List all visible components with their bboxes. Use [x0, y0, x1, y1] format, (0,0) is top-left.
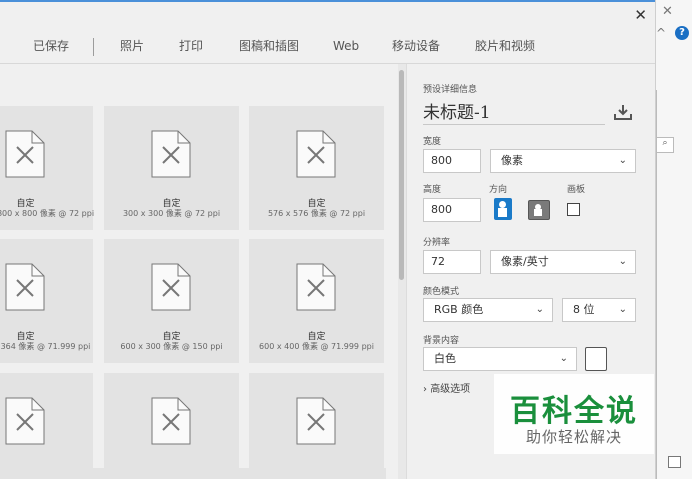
- help-icon[interactable]: ?: [675, 26, 689, 40]
- background-window: ✕ ^ ? ⌕: [655, 0, 692, 479]
- background-label: 背景内容: [423, 336, 460, 346]
- document-icon: [5, 130, 45, 178]
- preset-tile[interactable]: 自定 300 x 300 像素 @ 72 ppi: [104, 106, 239, 230]
- chevron-up-icon[interactable]: ^: [656, 26, 666, 40]
- document-icon: [151, 263, 191, 311]
- tab-photo[interactable]: 照片: [120, 30, 144, 63]
- document-icon: [296, 397, 336, 445]
- preset-tile[interactable]: 自定 364 像素 @ 71.999 ppi: [0, 239, 93, 363]
- chevron-right-icon: ›: [423, 384, 427, 395]
- width-unit-value: 像素: [501, 154, 523, 167]
- orientation-label: 方向: [489, 185, 508, 195]
- document-icon: [151, 130, 191, 178]
- dialog-titlebar: ✕: [0, 0, 655, 30]
- tab-web[interactable]: Web: [333, 30, 359, 63]
- landscape-orientation-icon[interactable]: [528, 200, 550, 220]
- preset-details-label: 预设详细信息: [423, 85, 478, 95]
- close-icon[interactable]: ✕: [662, 4, 673, 19]
- chevron-down-icon: ⌄: [559, 353, 568, 364]
- tab-saved[interactable]: 已保存: [33, 30, 69, 63]
- document-icon: [5, 397, 45, 445]
- chevron-down-icon: ⌄: [618, 155, 627, 166]
- watermark-main: 百科全说: [510, 394, 638, 429]
- tab-art-illustration[interactable]: 图稿和插图: [239, 30, 299, 63]
- scroll-thumb[interactable]: [399, 70, 404, 280]
- height-input[interactable]: 800: [423, 198, 481, 222]
- preset-size: 300 x 300 像素 @ 72 ppi: [122, 209, 221, 218]
- save-preset-icon[interactable]: [614, 104, 632, 120]
- document-icon: [151, 397, 191, 445]
- height-label: 高度: [423, 185, 442, 195]
- tab-mobile[interactable]: 移动设备: [392, 30, 440, 63]
- tab-film-video[interactable]: 胶片和视频: [475, 30, 535, 63]
- portrait-orientation-icon[interactable]: [494, 198, 512, 220]
- artboard-checkbox[interactable]: [567, 203, 580, 216]
- width-label: 宽度: [423, 137, 442, 147]
- preset-row-partial: [0, 468, 386, 479]
- color-mode-value: RGB 颜色: [434, 303, 484, 316]
- chevron-down-icon: ⌄: [618, 256, 627, 267]
- watermark-sub: 助你轻松解决: [525, 428, 622, 446]
- advanced-options-toggle[interactable]: › 高级选项: [423, 380, 470, 395]
- tab-divider: [93, 38, 94, 56]
- resolution-label: 分辨率: [423, 238, 451, 248]
- background-value: 白色: [434, 352, 456, 365]
- chevron-down-icon: ⌄: [535, 304, 544, 315]
- preset-tabs: 已保存 照片 打印 图稿和插图 Web 移动设备 胶片和视频: [0, 30, 655, 64]
- resolution-unit-select[interactable]: 像素/英寸 ⌄: [490, 250, 636, 274]
- document-icon: [5, 263, 45, 311]
- preset-size: 600 x 400 像素 @ 71.999 ppi: [259, 342, 374, 351]
- preset-tile[interactable]: 自定 600 x 300 像素 @ 150 ppi: [104, 239, 239, 363]
- width-input[interactable]: 800: [423, 149, 481, 173]
- color-mode-select[interactable]: RGB 颜色 ⌄: [423, 298, 553, 322]
- preset-grid: 自定 800 x 800 像素 @ 72 ppi 自定 300 x 300 像素…: [0, 64, 398, 479]
- preset-size: 576 x 576 像素 @ 72 ppi: [267, 209, 366, 218]
- preset-tile[interactable]: 自定 576 x 576 像素 @ 72 ppi: [249, 106, 384, 230]
- document-icon: [296, 263, 336, 311]
- document-icon: [296, 130, 336, 178]
- preset-tile[interactable]: 自定 800 x 800 像素 @ 72 ppi: [0, 106, 94, 230]
- preset-size: 600 x 300 像素 @ 150 ppi: [120, 342, 223, 351]
- resolution-unit-value: 像素/英寸: [501, 255, 549, 268]
- view-icon[interactable]: [668, 456, 681, 468]
- resolution-input[interactable]: 72: [423, 250, 481, 274]
- width-unit-select[interactable]: 像素 ⌄: [490, 149, 636, 173]
- preset-tile[interactable]: [104, 373, 239, 479]
- preset-size: 800 x 800 像素 @ 72 ppi: [0, 209, 95, 218]
- color-mode-label: 颜色模式: [423, 287, 460, 297]
- close-icon[interactable]: ✕: [634, 6, 647, 24]
- chevron-down-icon: ⌄: [618, 304, 627, 315]
- grid-scrollbar[interactable]: [398, 64, 406, 479]
- preset-size: 364 像素 @ 71.999 ppi: [0, 342, 91, 351]
- background-color-swatch[interactable]: [585, 347, 607, 371]
- advanced-options-label: 高级选项: [430, 384, 471, 395]
- preset-tile[interactable]: [0, 373, 93, 479]
- preset-tile[interactable]: [249, 373, 384, 479]
- preset-tile[interactable]: 自定 600 x 400 像素 @ 71.999 ppi: [249, 239, 384, 363]
- watermark-overlay: 百科全说 助你轻松解决: [494, 374, 654, 454]
- document-title-field[interactable]: 未标题-1: [423, 98, 605, 125]
- window-pane: [656, 90, 692, 479]
- background-select[interactable]: 白色 ⌄: [423, 347, 577, 371]
- bit-depth-select[interactable]: 8 位 ⌄: [562, 298, 636, 322]
- bit-depth-value: 8 位: [573, 303, 595, 316]
- artboard-label: 画板: [567, 185, 586, 195]
- tab-print[interactable]: 打印: [179, 30, 203, 63]
